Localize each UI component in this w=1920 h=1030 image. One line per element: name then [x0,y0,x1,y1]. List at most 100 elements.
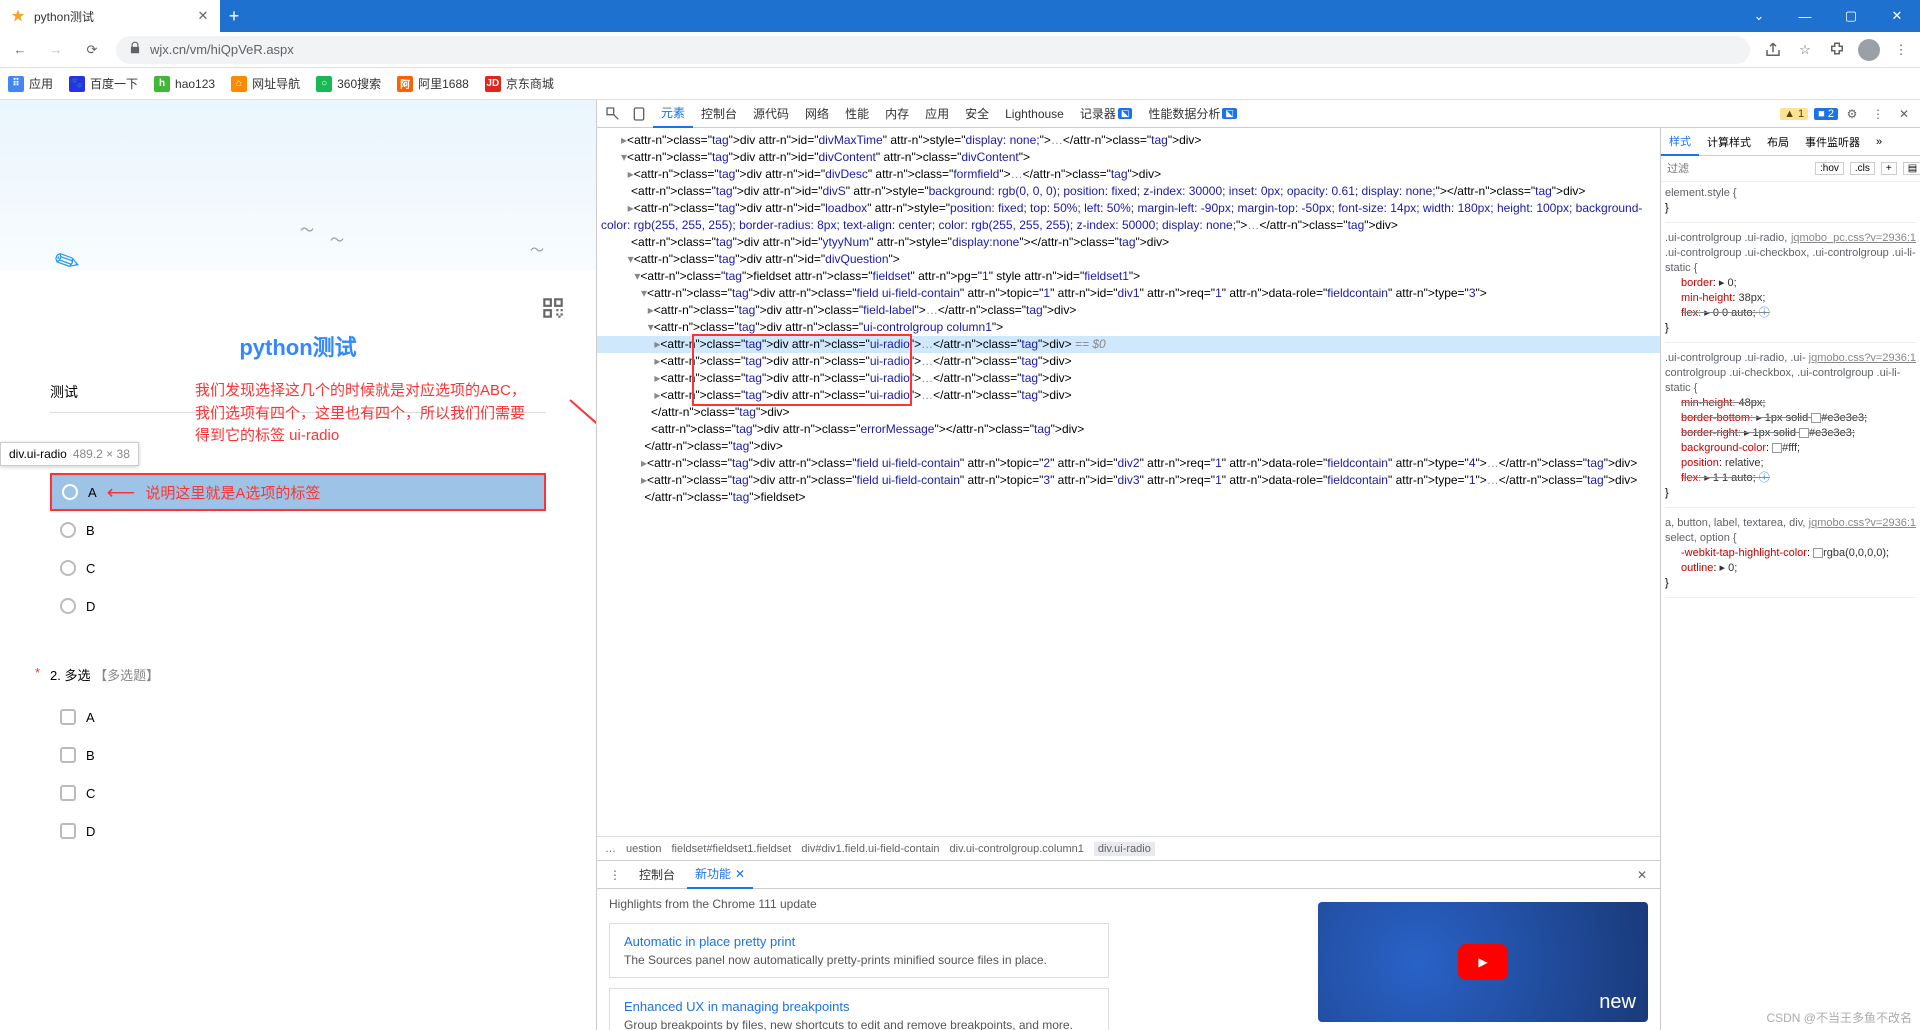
breadcrumb-item[interactable]: div.ui-radio [1094,842,1155,856]
more-tabs-icon[interactable]: » [1868,128,1890,156]
drawer-tab-console[interactable]: 控制台 [631,861,683,889]
dom-node[interactable]: ▸<attr-n">class="tag">div attr-n">id="di… [597,166,1660,183]
new-tab-button[interactable]: + [220,0,248,32]
dom-node[interactable]: <attr-n">class="tag">div attr-n">id="yty… [597,234,1660,251]
option-row[interactable]: D [50,587,546,625]
add-rule-icon[interactable]: + [1881,162,1897,175]
dom-node[interactable]: ▸<attr-n">class="tag">div attr-n">class=… [597,387,1660,404]
dom-node[interactable]: <attr-n">class="tag">div attr-n">id="div… [597,183,1660,200]
q2-type: 【多选题】 [94,668,159,683]
bookmark-star-icon[interactable]: ☆ [1794,39,1816,61]
gear-icon[interactable]: ⚙ [1840,107,1864,121]
breadcrumb-item[interactable]: div.ui-controlgroup.column1 [950,843,1084,855]
dom-node[interactable]: ▸<attr-n">class="tag">div attr-n">class=… [597,302,1660,319]
option-row[interactable]: C [50,774,546,812]
devtools-tab[interactable]: 性能 [837,100,877,128]
dropdown-icon[interactable]: ⌄ [1736,0,1782,32]
bookmark-item[interactable]: hhao123 [154,76,215,92]
styles-panel: 样式计算样式布局事件监听器» :hov .cls + ▤ ◨ element.s… [1660,128,1920,1030]
url-input[interactable]: wjx.cn/vm/hiQpVeR.aspx [116,36,1750,64]
devtools-tab[interactable]: 应用 [917,100,957,128]
dom-node[interactable]: </attr-n">class="tag">fieldset> [597,489,1660,506]
menu-icon[interactable]: ⋮ [1890,39,1912,61]
styles-tab[interactable]: 计算样式 [1699,128,1759,156]
update-card[interactable]: Automatic in place pretty printThe Sourc… [609,923,1109,978]
dom-node[interactable]: ▸<attr-n">class="tag">div attr-n">id="lo… [597,200,1660,234]
breadcrumb-item[interactable]: div#div1.field.ui-field-contain [801,843,939,855]
share-icon[interactable] [1762,39,1784,61]
computed-toggle-icon[interactable]: ▤ [1903,162,1920,175]
dom-node[interactable]: ▾<attr-n">class="tag">fieldset attr-n">c… [597,268,1660,285]
devtools-tab[interactable]: Lighthouse [997,100,1072,128]
bookmark-item[interactable]: JD京东商城 [485,75,554,92]
update-card[interactable]: Enhanced UX in managing breakpointsGroup… [609,988,1109,1030]
bookmark-item[interactable]: 🐾百度一下 [69,75,138,92]
browser-tab[interactable]: python测试 ✕ [0,0,220,32]
close-devtools-icon[interactable]: ✕ [1892,107,1916,121]
hov-toggle[interactable]: :hov [1815,162,1844,175]
profile-avatar[interactable] [1858,39,1880,61]
styles-tab[interactable]: 事件监听器 [1797,128,1868,156]
devtools-tab[interactable]: 元素 [653,100,693,128]
option-a-highlighted[interactable]: A ⟵ 说明这里就是A选项的标签 [50,473,546,511]
dom-node[interactable]: ▸<attr-n">class="tag">div attr-n">class=… [597,353,1660,370]
tooltip-dimensions: 489.2 × 38 [73,447,130,461]
option-row[interactable]: C [50,549,546,587]
bookmark-item[interactable]: ⠿应用 [8,75,53,92]
dom-node[interactable]: ▸<attr-n">class="tag">div attr-n">class=… [597,455,1660,472]
devtools-tab[interactable]: 控制台 [693,100,745,128]
styles-rules[interactable]: element.style {}jqmobo_pc.css?v=2936:1.u… [1661,182,1920,1030]
devtools-tab[interactable]: 源代码 [745,100,797,128]
bookmark-item[interactable]: ⌂网址导航 [231,75,300,92]
option-row[interactable]: A [50,698,546,736]
inspect-icon[interactable] [601,106,625,122]
reload-button[interactable]: ⟳ [80,38,104,62]
devtools-tab[interactable]: 安全 [957,100,997,128]
devtools-tab[interactable]: 内存 [877,100,917,128]
close-icon[interactable]: ✕ [196,9,210,23]
back-button[interactable]: ← [8,38,32,62]
dom-tree[interactable]: ▸<attr-n">class="tag">div attr-n">id="di… [597,128,1660,836]
dom-node[interactable]: ▾<attr-n">class="tag">div attr-n">id="di… [597,251,1660,268]
option-row[interactable]: D [50,812,546,850]
dom-node[interactable]: ▸<attr-n">class="tag">div attr-n">id="di… [597,132,1660,149]
video-promo[interactable]: ▶ new [1318,902,1648,1022]
info-badge[interactable]: ■ 2 [1814,108,1838,120]
q2-number: 2. [50,668,61,683]
option-row[interactable]: B [50,736,546,774]
forward-button[interactable]: → [44,38,68,62]
dom-node[interactable]: ▸<attr-n">class="tag">div attr-n">class=… [597,336,1660,353]
minimize-icon[interactable]: — [1782,0,1828,32]
breadcrumb-item[interactable]: uestion [626,843,661,855]
option-row[interactable]: B [50,511,546,549]
bookmark-item[interactable]: 阿阿里1688 [397,75,469,92]
dom-node[interactable]: </attr-n">class="tag">div> [597,404,1660,421]
dom-node[interactable]: <attr-n">class="tag">div attr-n">class="… [597,421,1660,438]
kebab-icon[interactable]: ⋮ [603,868,627,882]
filter-input[interactable] [1667,163,1809,175]
breadcrumb-item[interactable]: fieldset#fieldset1.fieldset [671,843,791,855]
breadcrumb-item[interactable]: … [605,843,616,855]
devtools-tab[interactable]: 网络 [797,100,837,128]
drawer-tab-whatsnew[interactable]: 新功能 ✕ [687,861,753,889]
close-drawer-icon[interactable]: ✕ [1630,868,1654,882]
devtools-tab[interactable]: 性能数据分析 ⬕ [1140,100,1245,128]
dom-breadcrumb[interactable]: … uestion fieldset#fieldset1.fieldset div#d… [597,836,1660,860]
dom-node[interactable]: ▾<attr-n">class="tag">div attr-n">class=… [597,285,1660,302]
dom-node[interactable]: ▾<attr-n">class="tag">div attr-n">class=… [597,319,1660,336]
warning-badge[interactable]: ▲ 1 [1780,108,1808,120]
kebab-icon[interactable]: ⋮ [1866,107,1890,121]
styles-tab[interactable]: 样式 [1661,128,1699,156]
close-window-icon[interactable]: ✕ [1874,0,1920,32]
dom-node[interactable]: ▸<attr-n">class="tag">div attr-n">class=… [597,472,1660,489]
dom-node[interactable]: </attr-n">class="tag">div> [597,438,1660,455]
bookmark-item[interactable]: ○360搜索 [316,75,381,92]
device-toggle-icon[interactable] [627,106,651,122]
extensions-icon[interactable] [1826,39,1848,61]
cls-toggle[interactable]: .cls [1850,162,1875,175]
styles-tab[interactable]: 布局 [1759,128,1797,156]
dom-node[interactable]: ▸<attr-n">class="tag">div attr-n">class=… [597,370,1660,387]
maximize-icon[interactable]: ▢ [1828,0,1874,32]
devtools-tab[interactable]: 记录器 ⬕ [1072,100,1141,128]
dom-node[interactable]: ▾<attr-n">class="tag">div attr-n">id="di… [597,149,1660,166]
